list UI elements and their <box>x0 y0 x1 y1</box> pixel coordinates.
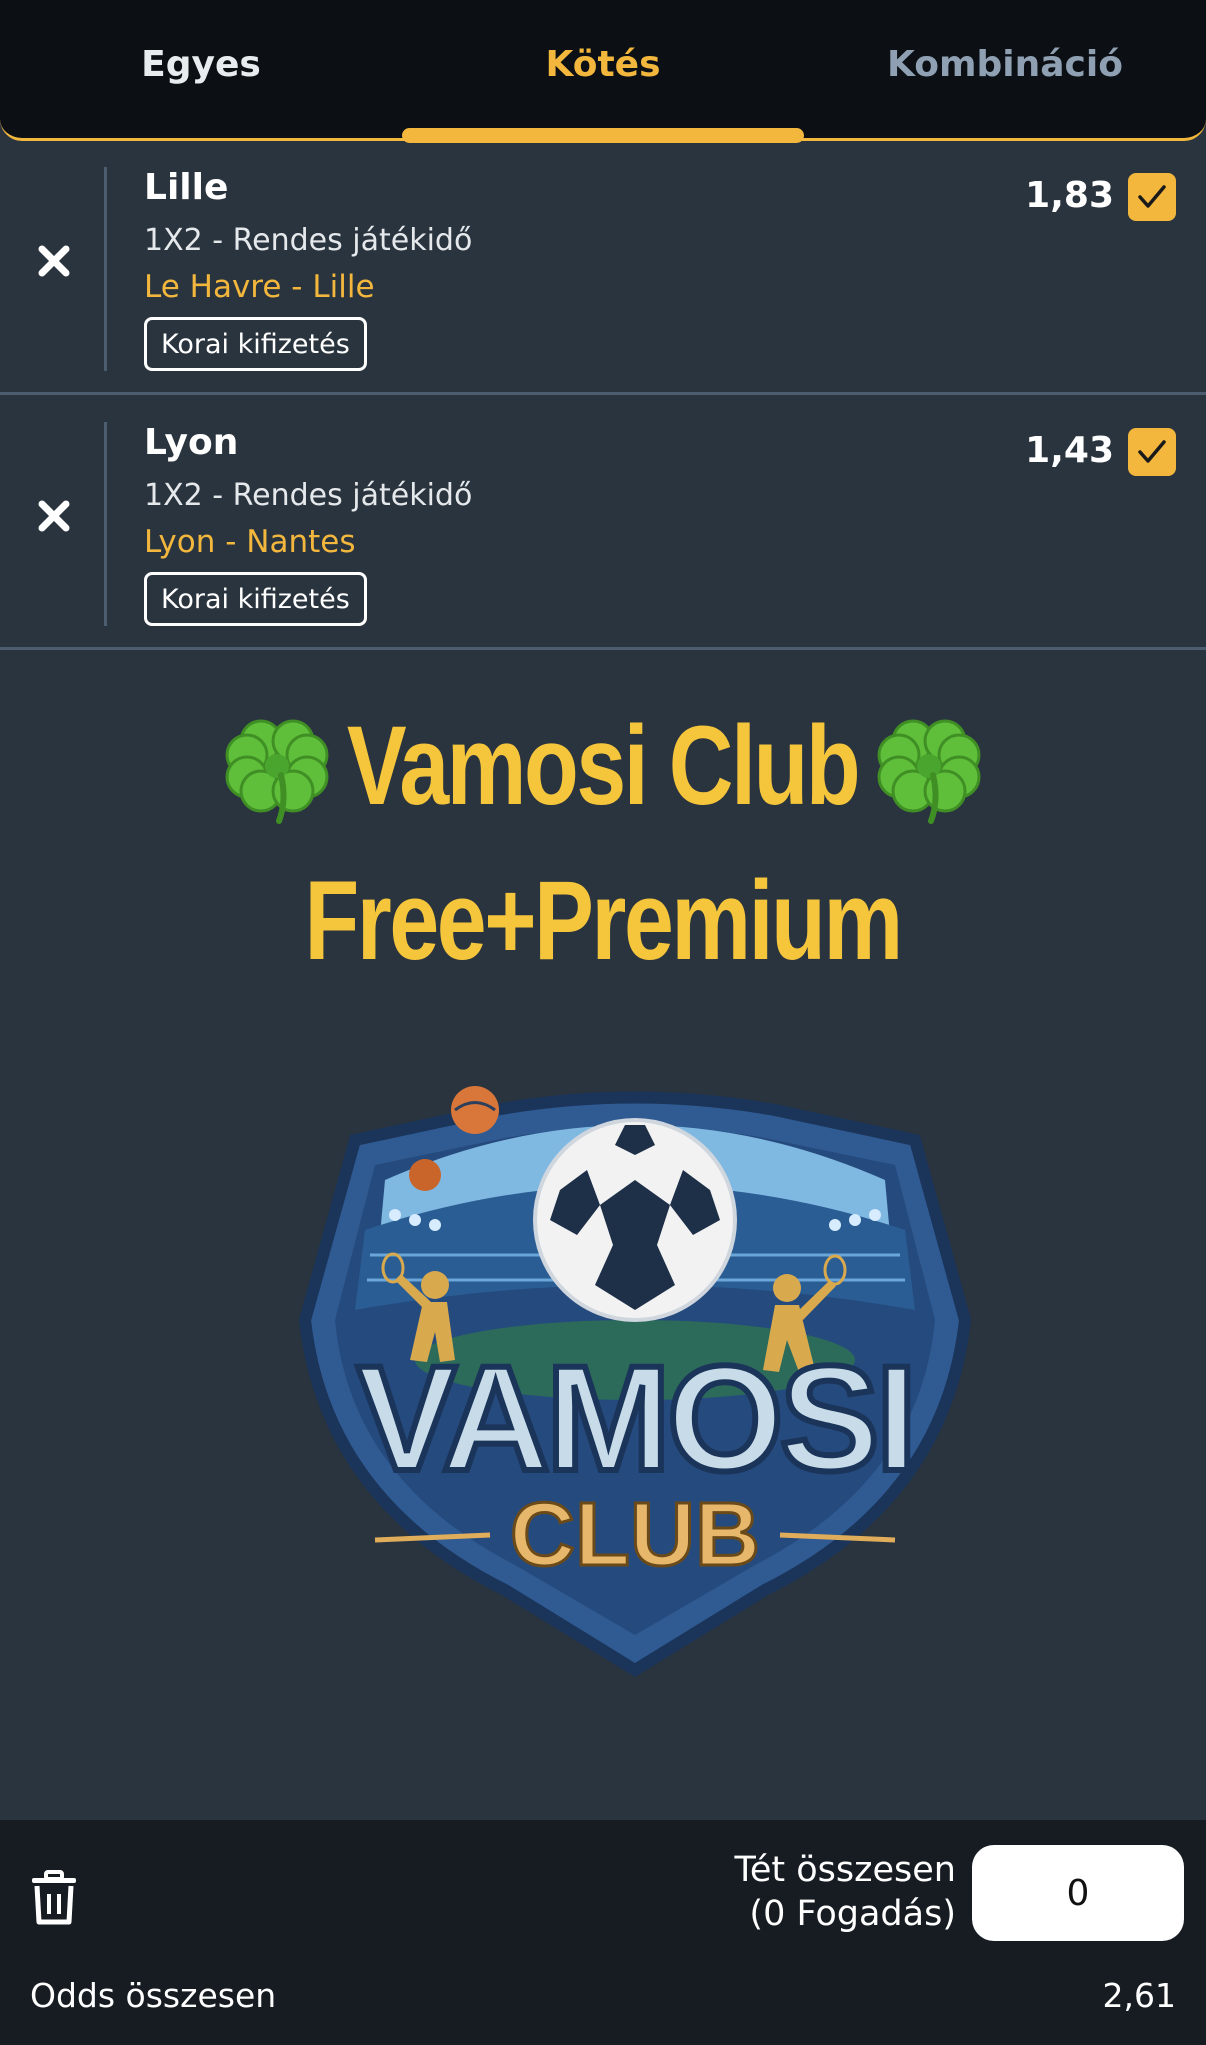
selection-match: Le Havre - Lille <box>144 269 375 305</box>
total-odds-label: Odds összesen <box>30 1976 277 2015</box>
promo-subheadline: Free+Premium <box>0 855 1206 985</box>
early-payout-badge[interactable]: Korai kifizetés <box>144 317 367 371</box>
tab-combination[interactable]: Kombináció <box>804 0 1206 138</box>
selection-market: 1X2 - Rendes játékidő <box>144 223 473 258</box>
remove-selection-button[interactable] <box>28 235 80 287</box>
bet-slip-footer: Tét összesen (0 Fogadás) Odds összesen 2… <box>0 1820 1206 2045</box>
promo-offer: Free+Premium <box>304 857 904 983</box>
checkmark-icon <box>1138 440 1166 463</box>
total-stake-text: Tét összesen <box>734 1850 956 1890</box>
selection-divider <box>104 167 107 371</box>
selection-checkbox[interactable] <box>1128 428 1176 476</box>
selection-checkbox[interactable] <box>1128 173 1176 221</box>
four-leaf-clover-icon <box>877 719 981 824</box>
promo-headline: Vamosi Club <box>0 700 1206 830</box>
clear-slip-button[interactable] <box>28 1870 80 1926</box>
selection-divider <box>104 422 107 626</box>
stake-input[interactable] <box>972 1845 1184 1941</box>
selection-odds: 1,43 <box>1025 430 1114 471</box>
bet-selection: Lyon 1X2 - Rendes játékidő Lyon - Nantes… <box>0 398 1206 650</box>
close-icon <box>38 500 70 532</box>
selection-team: Lille <box>144 167 229 208</box>
checkmark-icon <box>1138 185 1166 208</box>
selection-odds: 1,83 <box>1025 175 1114 216</box>
logo-subword: CLUB <box>510 1485 760 1585</box>
bet-type-tabs: Egyes Kötés Kombináció <box>0 0 1206 141</box>
early-payout-badge[interactable]: Korai kifizetés <box>144 572 367 626</box>
selection-team: Lyon <box>144 422 239 463</box>
selection-market: 1X2 - Rendes játékidő <box>144 478 473 513</box>
logo-wordmark: VAMOSI <box>357 1334 914 1502</box>
remove-selection-button[interactable] <box>28 490 80 542</box>
active-tab-indicator <box>402 128 804 143</box>
bet-selection: Lille 1X2 - Rendes játékidő Le Havre - L… <box>0 143 1206 395</box>
close-icon <box>38 245 70 277</box>
total-odds-value: 2,61 <box>1102 1976 1176 2015</box>
total-stake-label: Tét összesen (0 Fogadás) <box>734 1848 956 1936</box>
four-leaf-clover-icon <box>225 719 329 824</box>
tab-single[interactable]: Egyes <box>0 0 402 138</box>
bet-count-text: (0 Fogadás) <box>749 1894 956 1934</box>
selection-match: Lyon - Nantes <box>144 524 356 560</box>
promo-club-name: Vamosi Club <box>347 702 861 828</box>
tab-accumulator[interactable]: Kötés <box>402 0 804 138</box>
trash-icon <box>32 1870 76 1925</box>
vamosi-club-logo: VAMOSI CLUB <box>298 1086 972 1678</box>
